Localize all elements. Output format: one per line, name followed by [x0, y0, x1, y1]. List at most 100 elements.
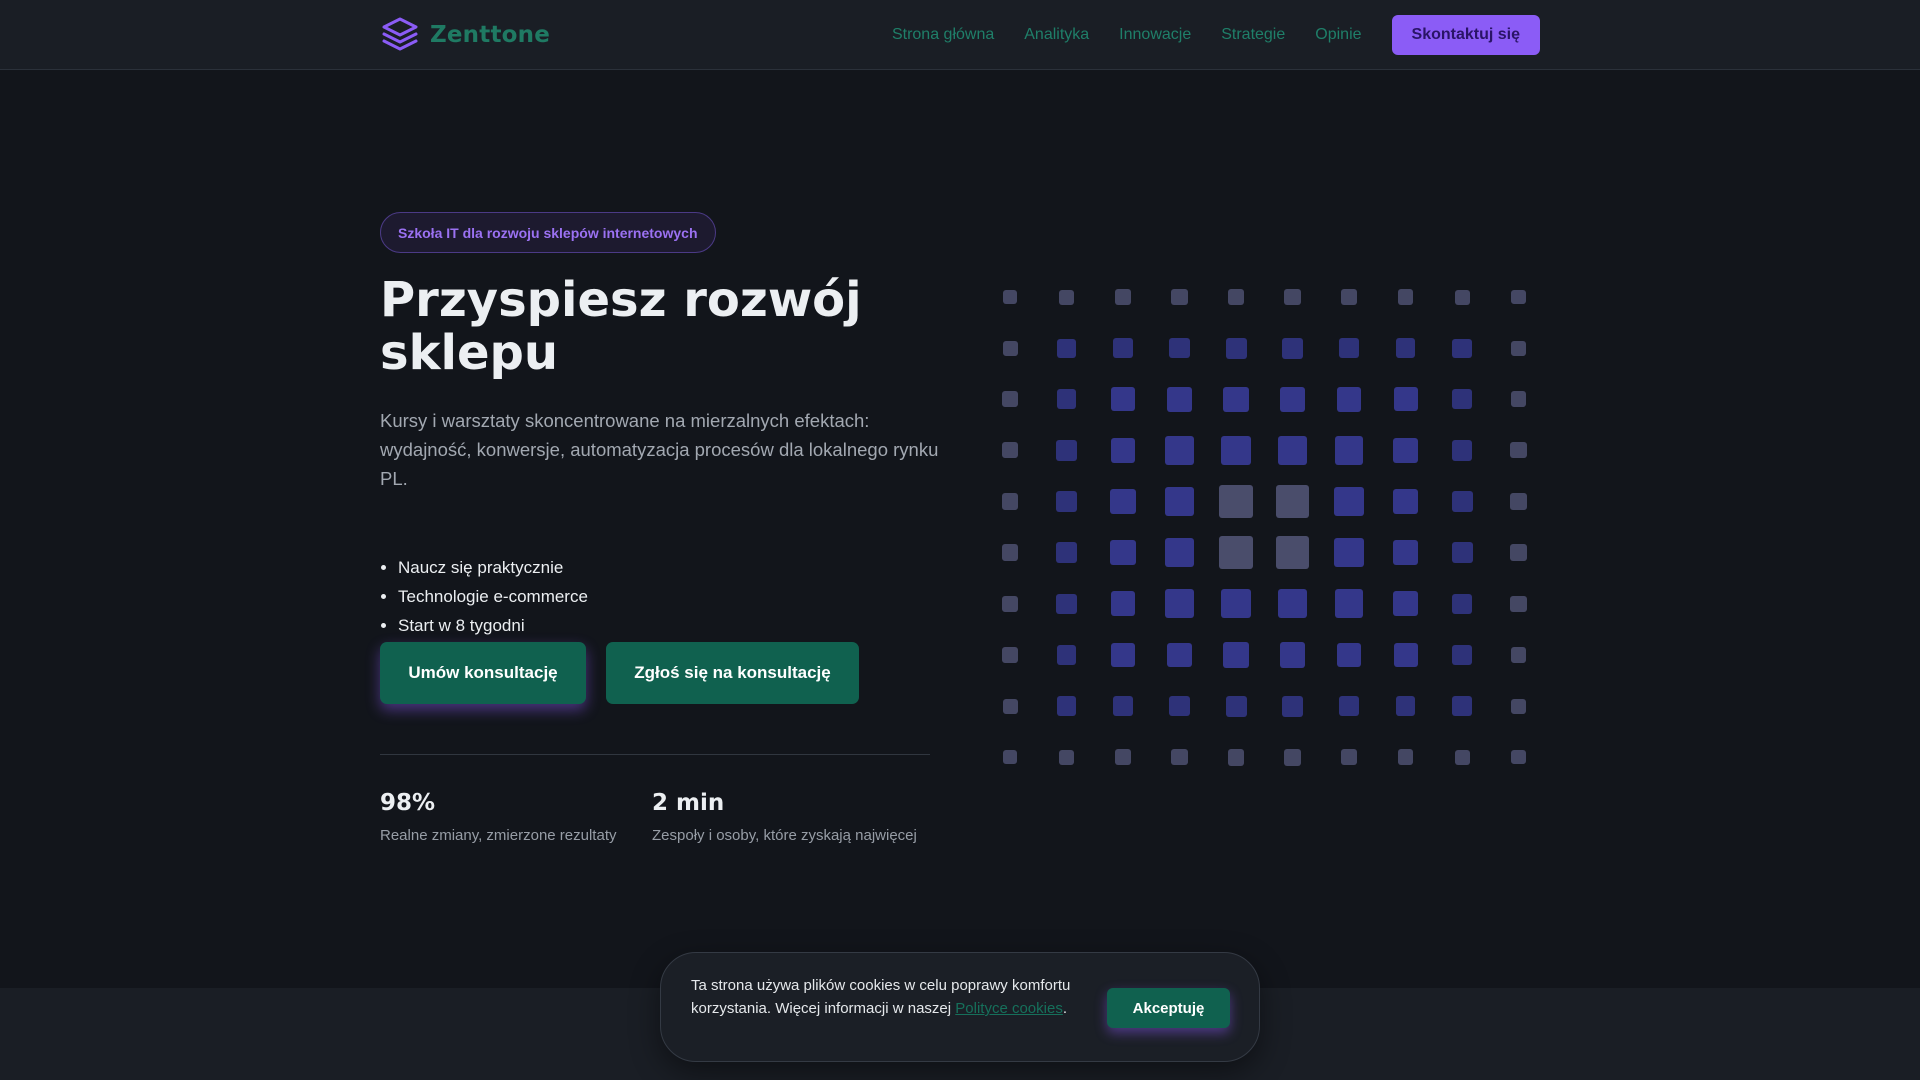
grid-square — [1001, 595, 1019, 612]
hero-title: Przyspiesz rozwój sklepu — [380, 272, 862, 381]
grid-square — [1279, 642, 1306, 668]
grid-square — [1510, 544, 1527, 562]
grid-square — [1334, 486, 1364, 517]
grid-square — [1169, 337, 1190, 359]
grid-square — [1219, 484, 1253, 519]
main-nav: Strona główna Analityka Innowacje Strate… — [892, 15, 1540, 55]
grid-square — [1511, 340, 1526, 356]
stat-label: Realne zmiany, zmierzone rezultaty — [380, 827, 617, 844]
feature-item: Naucz się praktycznie — [398, 553, 588, 582]
grid-square — [1223, 386, 1249, 412]
nav-link-analytics[interactable]: Analityka — [1024, 26, 1089, 44]
grid-square — [1115, 749, 1131, 765]
grid-square — [1001, 493, 1019, 510]
cookie-banner: Ta strona używa plików cookies w celu po… — [660, 952, 1260, 1062]
stat-label: Zespoły i osoby, które zyskają najwięcej — [652, 827, 917, 844]
feature-item: Technologie e-commerce — [398, 582, 588, 611]
grid-square — [1511, 749, 1526, 765]
brand-name: Zenttone — [430, 22, 551, 48]
grid-square — [1113, 338, 1133, 359]
grid-square — [1056, 389, 1077, 410]
grid-square — [1451, 593, 1473, 614]
grid-square — [1110, 488, 1136, 515]
layers-icon — [382, 17, 418, 51]
grid-square — [1282, 695, 1303, 717]
grid-square — [1167, 642, 1192, 668]
grid-square — [1395, 696, 1416, 716]
feature-list: Naucz się praktycznie Technologie e-comm… — [398, 553, 588, 640]
apply-consultation-button[interactable]: Zgłoś się na konsultację — [606, 642, 859, 704]
grid-square — [1451, 440, 1473, 461]
grid-square — [1056, 440, 1077, 461]
grid-square — [1451, 491, 1473, 513]
decorative-square-grid — [995, 280, 1535, 780]
grid-square — [1002, 340, 1018, 356]
grid-square — [1056, 645, 1077, 665]
grid-square — [1223, 642, 1249, 668]
grid-square — [1056, 491, 1077, 513]
grid-square — [1056, 593, 1077, 614]
nav-link-reviews[interactable]: Opinie — [1315, 26, 1361, 44]
grid-square — [1002, 391, 1018, 408]
grid-square — [1393, 591, 1418, 617]
grid-square — [1334, 435, 1364, 465]
cookie-message: Ta strona używa plików cookies w celu po… — [691, 974, 1091, 1020]
grid-square — [1221, 435, 1251, 466]
grid-square — [1056, 542, 1077, 564]
grid-square — [1277, 435, 1308, 466]
grid-square — [1225, 695, 1247, 717]
grid-square — [1510, 595, 1527, 612]
grid-square — [1452, 696, 1472, 716]
grid-square — [1511, 289, 1526, 305]
grid-square — [1397, 749, 1414, 765]
grid-square — [1284, 288, 1301, 306]
grid-square — [1393, 642, 1418, 667]
grid-square — [1165, 435, 1194, 465]
grid-square — [1002, 289, 1018, 305]
grid-square — [1452, 389, 1472, 410]
grid-square — [1510, 391, 1527, 408]
stat-results: 98% Realne zmiany, zmierzone rezultaty — [380, 788, 616, 844]
grid-square — [1392, 488, 1419, 515]
grid-square — [1225, 337, 1247, 359]
cookie-policy-link[interactable]: Polityce cookies — [955, 1000, 1063, 1017]
grid-square — [1454, 289, 1470, 305]
grid-square — [1275, 535, 1310, 570]
contact-button[interactable]: Skontaktuj się — [1391, 15, 1540, 55]
grid-square — [1334, 537, 1364, 568]
grid-square — [1113, 696, 1133, 716]
grid-square — [1454, 749, 1470, 765]
stat-value: 98% — [380, 790, 436, 816]
stats-divider — [380, 754, 930, 755]
grid-square — [1397, 289, 1414, 305]
grid-square — [1338, 695, 1360, 717]
grid-square — [1277, 589, 1308, 619]
grid-square — [1279, 386, 1306, 412]
nav-link-home[interactable]: Strona główna — [892, 26, 994, 44]
grid-square — [1059, 749, 1074, 765]
grid-square — [1164, 537, 1195, 568]
grid-square — [1110, 438, 1136, 463]
nav-link-strategies[interactable]: Strategie — [1221, 26, 1285, 44]
grid-square — [1167, 386, 1192, 412]
cookie-suffix: . — [1062, 1000, 1067, 1017]
book-consultation-button[interactable]: Umów konsultację — [380, 642, 586, 704]
grid-square — [1451, 542, 1473, 564]
nav-link-innovations[interactable]: Innowacje — [1119, 26, 1191, 44]
grid-square — [1165, 589, 1194, 619]
brand-logo[interactable]: Zenttone — [380, 14, 550, 56]
grid-square — [1169, 695, 1190, 717]
grid-square — [1001, 544, 1019, 562]
grid-square — [1275, 484, 1310, 519]
grid-square — [1059, 289, 1074, 305]
accept-cookies-button[interactable]: Akceptuję — [1107, 988, 1230, 1028]
grid-square — [1452, 645, 1472, 665]
hero-badge: Szkoła IT dla rozwoju sklepów internetow… — [380, 212, 716, 253]
grid-square — [1171, 749, 1188, 766]
grid-square — [1336, 642, 1362, 668]
grid-square — [1164, 486, 1195, 517]
grid-square — [1111, 387, 1135, 412]
grid-square — [1510, 442, 1527, 459]
grid-square — [1392, 540, 1419, 566]
grid-square — [1340, 749, 1358, 766]
